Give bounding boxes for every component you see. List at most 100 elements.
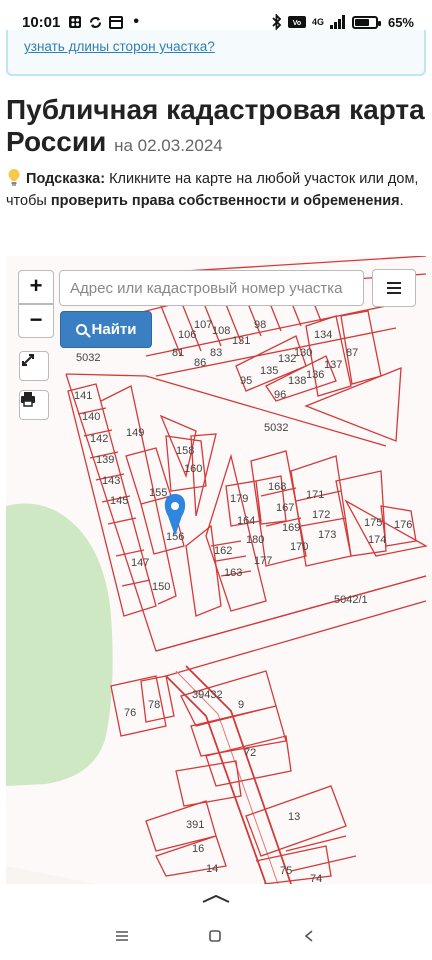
parcel-label: 130 bbox=[294, 347, 312, 359]
hamburger-icon bbox=[387, 282, 401, 294]
hint-label: Подсказка: bbox=[26, 171, 106, 187]
forest-area bbox=[6, 503, 113, 786]
parcel-label: 163 bbox=[224, 567, 242, 579]
parcel-label: 150 bbox=[152, 581, 170, 593]
zoom-in-button[interactable]: + bbox=[18, 270, 54, 304]
status-right: Vo 4G 65% bbox=[272, 14, 414, 30]
parcel-label: 164 bbox=[237, 515, 255, 527]
parcel-label: 158 bbox=[176, 445, 194, 457]
parcel-label: 140 bbox=[82, 411, 100, 423]
parcel-label: 138 bbox=[288, 375, 306, 387]
search-icon bbox=[75, 324, 87, 335]
parcel-label: 78 bbox=[148, 699, 160, 711]
parcel-label: 76 bbox=[124, 707, 136, 719]
parcel-label: 155 bbox=[149, 487, 167, 499]
parcel-label: 147 bbox=[131, 557, 149, 569]
page-title: Публичная кадастровая карта России на 02… bbox=[6, 94, 426, 162]
parcel-label: 173 bbox=[318, 529, 336, 541]
parcel-label: 179 bbox=[230, 493, 248, 505]
search-input[interactable] bbox=[59, 270, 364, 306]
parcel-label: 83 bbox=[210, 347, 222, 359]
parcel-label: 174 bbox=[368, 534, 386, 546]
parcel-label: 139 bbox=[96, 454, 114, 466]
parcel-label: 177 bbox=[254, 555, 272, 567]
parcel-label: 98 bbox=[254, 319, 266, 331]
parcel-label: 95 bbox=[240, 375, 252, 387]
parcel-label: 162 bbox=[214, 545, 232, 557]
parcel-label: 142 bbox=[90, 433, 108, 445]
parcel-label: 74 bbox=[310, 873, 322, 884]
parcel-label: 106 bbox=[178, 329, 196, 341]
parcel-label: 168 bbox=[268, 481, 286, 493]
parcel-label: 9 bbox=[238, 699, 244, 711]
title-date: на 02.03.2024 bbox=[114, 136, 223, 155]
parcel-label: 108 bbox=[212, 325, 230, 337]
parcel-label: 136 bbox=[306, 369, 324, 381]
map-pin-icon[interactable] bbox=[164, 494, 186, 536]
svg-text:Vo: Vo bbox=[293, 20, 301, 27]
parcel-label: 13 bbox=[288, 811, 300, 823]
parcel-label: 149 bbox=[126, 427, 144, 439]
chevron-up-icon[interactable] bbox=[201, 894, 231, 904]
date-prefix: на bbox=[114, 136, 133, 155]
back-arrow-icon bbox=[304, 930, 313, 942]
info-box: узнать длины сторон участка? bbox=[6, 30, 426, 76]
parcel-label: 5042/1 bbox=[334, 594, 368, 606]
parcel-label: 170 bbox=[290, 541, 308, 553]
parcel-label: 175 bbox=[364, 517, 382, 529]
side-lengths-link[interactable]: узнать длины сторон участка? bbox=[24, 39, 215, 54]
parcel-label: 172 bbox=[312, 509, 330, 521]
parcel-label: 87 bbox=[346, 347, 358, 359]
back-button[interactable] bbox=[297, 924, 321, 948]
parcel-label: 141 bbox=[74, 390, 92, 402]
parcel-label: 16 bbox=[192, 843, 204, 855]
bluetooth-icon bbox=[272, 14, 282, 30]
find-label: Найти bbox=[91, 321, 137, 338]
battery-level: 65% bbox=[387, 14, 414, 30]
printer-icon bbox=[21, 392, 35, 407]
parcel-label: 14 bbox=[206, 863, 218, 875]
date-value: 02.03.2024 bbox=[137, 136, 223, 155]
cadastral-map[interactable]: 5032 5032 5042/1 141 140 142 139 143 145… bbox=[6, 256, 432, 884]
recent-apps-button[interactable] bbox=[110, 924, 134, 948]
parcel-label: 81 bbox=[172, 347, 184, 359]
parcel-label: 5032 bbox=[76, 352, 100, 364]
dot-icon: • bbox=[133, 13, 139, 30]
menu-lines-icon bbox=[116, 931, 128, 941]
find-button[interactable]: Найти bbox=[60, 311, 152, 348]
hint-bold-text: проверить права собственности и обремене… bbox=[50, 193, 400, 209]
parcel-label: 160 bbox=[184, 463, 202, 475]
parcel-label: 176 bbox=[394, 519, 412, 531]
fullscreen-button[interactable] bbox=[19, 351, 49, 381]
parcel-label: 180 bbox=[246, 534, 264, 546]
hint-end: . bbox=[399, 193, 404, 209]
parcel-label: 135 bbox=[260, 365, 278, 377]
parcel-label: 169 bbox=[282, 522, 300, 534]
parcel-label: 107 bbox=[194, 319, 212, 331]
parcel-label: 5032 bbox=[264, 422, 288, 434]
home-button[interactable] bbox=[203, 924, 227, 948]
parcel-label: 134 bbox=[314, 329, 332, 341]
parcel-label: 39432 bbox=[192, 689, 223, 701]
battery-icon bbox=[351, 15, 381, 29]
lightbulb-icon bbox=[8, 168, 20, 186]
parcel-label: 391 bbox=[186, 819, 204, 831]
system-nav-bar bbox=[0, 884, 432, 960]
expand-icon bbox=[22, 354, 34, 366]
parcel-label: 171 bbox=[306, 489, 324, 501]
calendar-icon bbox=[109, 16, 124, 29]
parcel-label: 86 bbox=[194, 357, 206, 369]
signal-icon bbox=[329, 15, 345, 29]
print-button[interactable] bbox=[19, 390, 49, 420]
parcel-label: 72 bbox=[244, 747, 256, 759]
hint: Подсказка: Кликните на карте на любой уч… bbox=[6, 168, 426, 212]
parcel-label: 167 bbox=[276, 502, 294, 514]
map-canvas[interactable]: 5032 5032 5042/1 141 140 142 139 143 145… bbox=[6, 256, 432, 884]
volte-icon: Vo bbox=[287, 16, 306, 28]
zoom-out-button[interactable]: − bbox=[18, 304, 54, 338]
network-type: 4G bbox=[311, 17, 324, 27]
menu-button[interactable] bbox=[372, 269, 416, 307]
parcel-label: 96 bbox=[274, 389, 286, 401]
gallery-icon bbox=[69, 16, 82, 28]
status-time: 10:01 bbox=[22, 13, 61, 31]
